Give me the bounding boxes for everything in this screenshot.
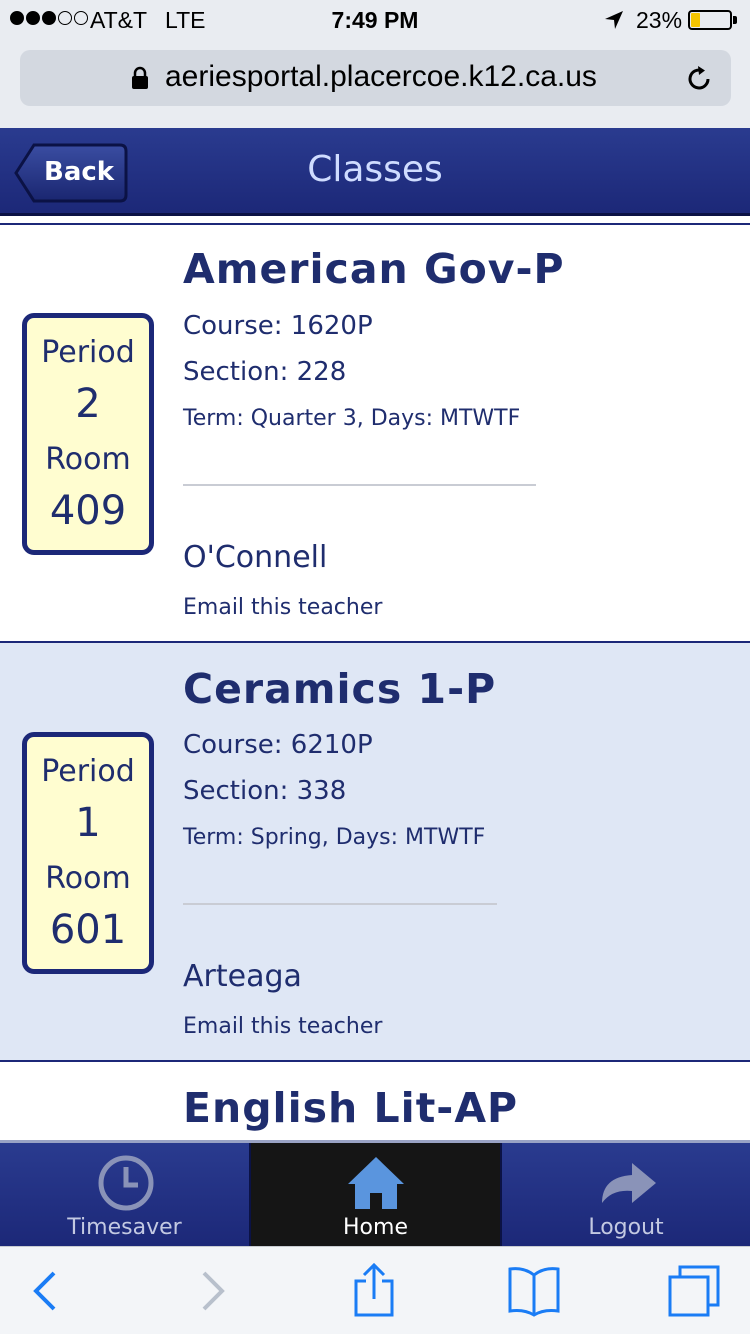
divider: [183, 903, 497, 905]
url-text: aeriesportal.placercoe.k12.ca.us: [165, 60, 597, 93]
class-card: Ceramics 1-P Period 1 Room 601 Course: 6…: [0, 643, 750, 1062]
lock-icon: [132, 66, 148, 89]
nav-label: Logout: [588, 1215, 664, 1240]
home-icon: [348, 1157, 404, 1209]
term-days: Term: Quarter 3, Days: MTWTF: [183, 406, 521, 431]
logout-arrow-icon: [602, 1163, 656, 1203]
class-name: Ceramics 1-P: [183, 665, 497, 713]
period-room-box: Period 1 Room 601: [22, 732, 154, 974]
nav-item-logout[interactable]: Logout: [502, 1143, 750, 1246]
battery-level: [691, 13, 700, 27]
share-icon[interactable]: [346, 1263, 402, 1319]
battery-icon: [688, 10, 732, 30]
class-name: English Lit-AP: [183, 1084, 519, 1132]
status-bar: AT&T LTE 7:49 PM 23%: [0, 0, 750, 40]
period-room-box: Period 2 Room 409: [22, 313, 154, 555]
browser-address-area: aeriesportal.placercoe.k12.ca.us: [0, 40, 750, 128]
teacher-name: Arteaga: [183, 959, 302, 994]
teacher-name: O'Connell: [183, 540, 328, 575]
reload-icon[interactable]: [684, 64, 714, 94]
period-number: 1: [75, 800, 101, 846]
address-bar[interactable]: aeriesportal.placercoe.k12.ca.us: [20, 50, 731, 106]
clock-icon: [98, 1155, 154, 1211]
location-arrow-icon: [605, 11, 623, 29]
back-icon[interactable]: [22, 1263, 78, 1319]
email-teacher-link[interactable]: Email this teacher: [183, 595, 382, 620]
period-label: Period: [41, 754, 135, 789]
room-label: Room: [45, 442, 131, 477]
term-days: Term: Spring, Days: MTWTF: [183, 825, 486, 850]
room-label: Room: [45, 861, 131, 896]
battery-percent: 23%: [636, 7, 683, 33]
section-number: Section: 338: [183, 776, 347, 806]
period-label: Period: [41, 335, 135, 370]
class-card: American Gov-P Period 2 Room 409 Course:…: [0, 225, 750, 643]
room-number: 409: [49, 488, 127, 534]
tabs-icon[interactable]: [666, 1263, 722, 1319]
course-code: Course: 1620P: [183, 311, 373, 341]
room-number: 601: [49, 907, 127, 953]
class-name: American Gov-P: [183, 245, 565, 293]
period-number: 2: [75, 381, 101, 427]
nav-item-home[interactable]: Home: [251, 1143, 500, 1246]
nav-label: Home: [343, 1215, 408, 1240]
email-teacher-link[interactable]: Email this teacher: [183, 1014, 382, 1039]
divider: [183, 484, 536, 486]
section-number: Section: 228: [183, 357, 347, 387]
browser-toolbar: [0, 1246, 750, 1334]
class-card: English Lit-AP: [0, 1062, 750, 1140]
bookmarks-icon[interactable]: [506, 1263, 562, 1319]
forward-icon[interactable]: [186, 1263, 242, 1319]
app-header: Back Classes: [0, 128, 750, 216]
nav-item-timesaver[interactable]: Timesaver: [0, 1143, 249, 1246]
battery-tip: [733, 16, 737, 24]
page-title: Classes: [307, 149, 443, 190]
nav-label: Timesaver: [67, 1215, 182, 1240]
course-code: Course: 6210P: [183, 730, 373, 760]
app-bottom-nav: Timesaver Home Logout: [0, 1140, 750, 1246]
header-divider: [0, 216, 750, 225]
